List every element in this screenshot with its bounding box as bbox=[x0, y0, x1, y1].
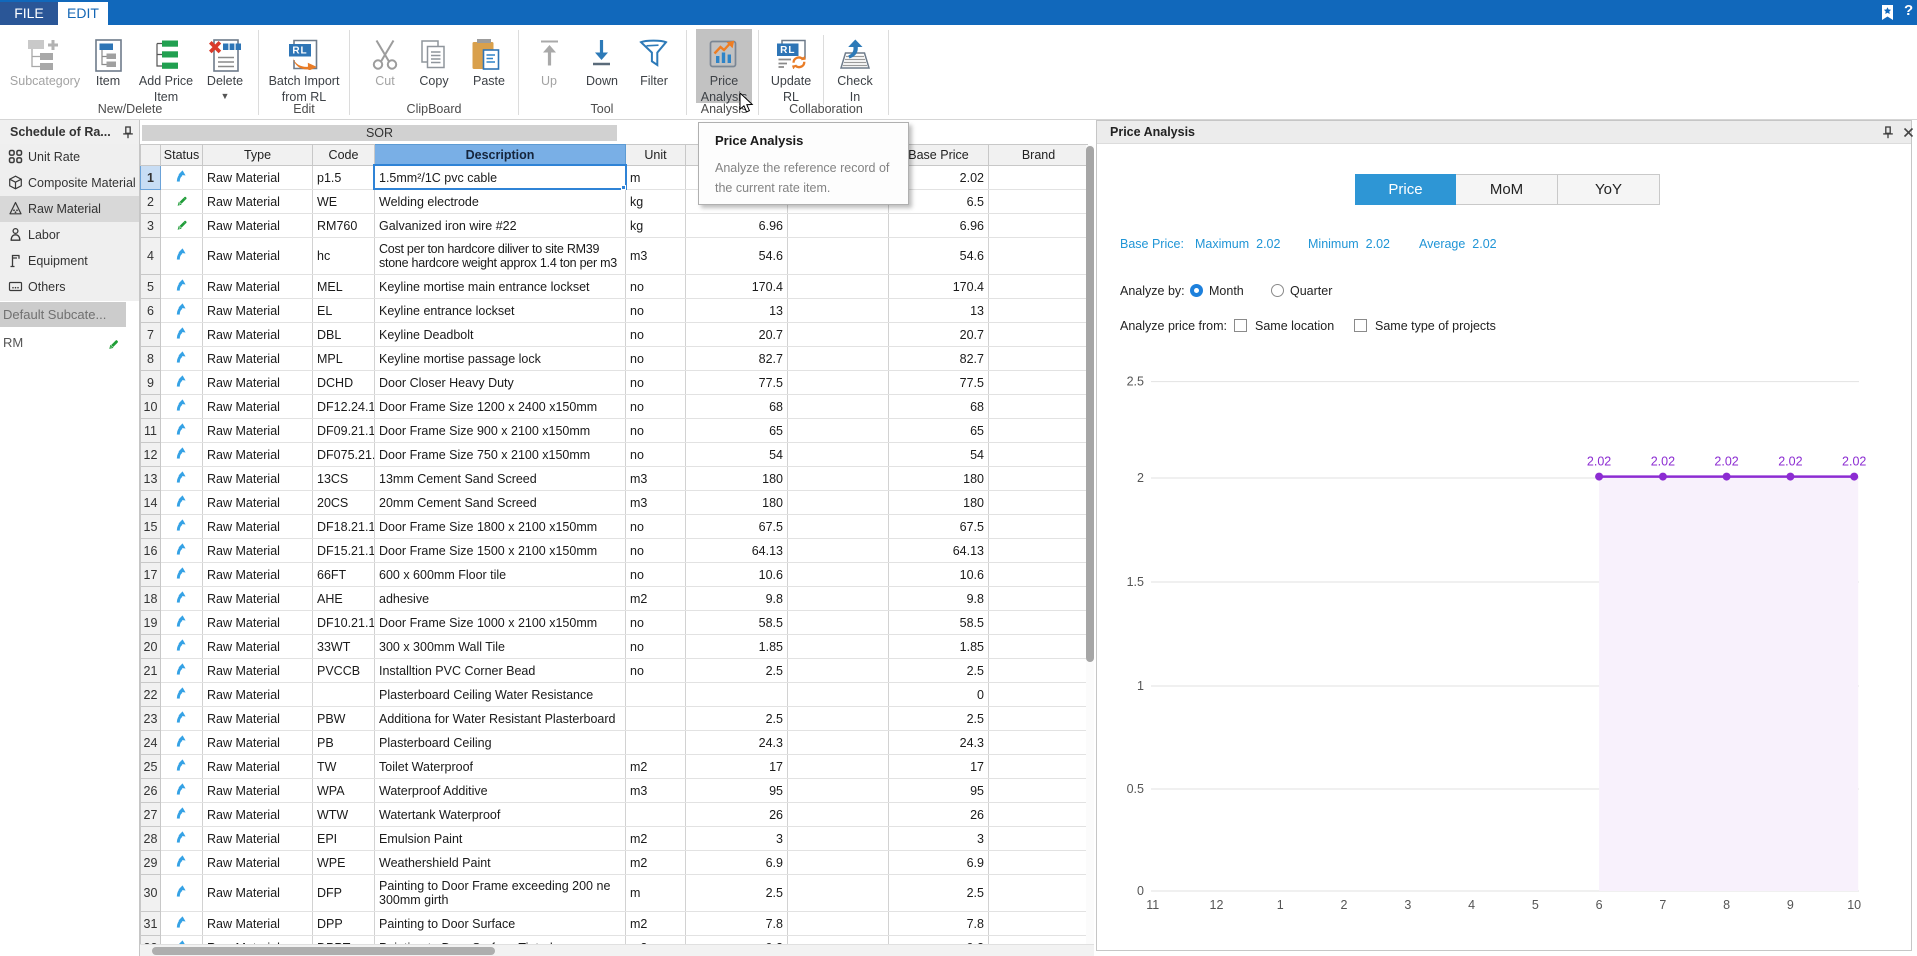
svg-text:2: 2 bbox=[1137, 471, 1144, 485]
svg-text:2.02: 2.02 bbox=[1651, 455, 1675, 469]
svg-text:RL: RL bbox=[292, 46, 307, 57]
svg-text:12: 12 bbox=[1210, 898, 1224, 912]
svg-text:3: 3 bbox=[1404, 898, 1411, 912]
svg-text:9: 9 bbox=[1787, 898, 1794, 912]
svg-text:2.02: 2.02 bbox=[1587, 455, 1611, 469]
svg-text:6: 6 bbox=[1596, 898, 1603, 912]
svg-text:2.02: 2.02 bbox=[1714, 455, 1738, 469]
svg-text:11: 11 bbox=[1146, 898, 1159, 912]
svg-text:2.5: 2.5 bbox=[1127, 375, 1144, 389]
svg-text:2.02: 2.02 bbox=[1842, 455, 1866, 469]
svg-text:RL: RL bbox=[780, 45, 795, 56]
svg-text:4: 4 bbox=[1468, 898, 1475, 912]
svg-text:1.5: 1.5 bbox=[1127, 575, 1144, 589]
svg-text:0: 0 bbox=[1137, 884, 1144, 898]
svg-text:2.02: 2.02 bbox=[1778, 455, 1802, 469]
svg-text:5: 5 bbox=[1532, 898, 1539, 912]
svg-text:10: 10 bbox=[1847, 898, 1861, 912]
svg-text:1: 1 bbox=[1277, 898, 1284, 912]
svg-text:1: 1 bbox=[1137, 679, 1144, 693]
svg-text:8: 8 bbox=[1723, 898, 1730, 912]
svg-text:7: 7 bbox=[1659, 898, 1666, 912]
svg-text:2: 2 bbox=[1341, 898, 1348, 912]
svg-text:0.5: 0.5 bbox=[1127, 782, 1144, 796]
